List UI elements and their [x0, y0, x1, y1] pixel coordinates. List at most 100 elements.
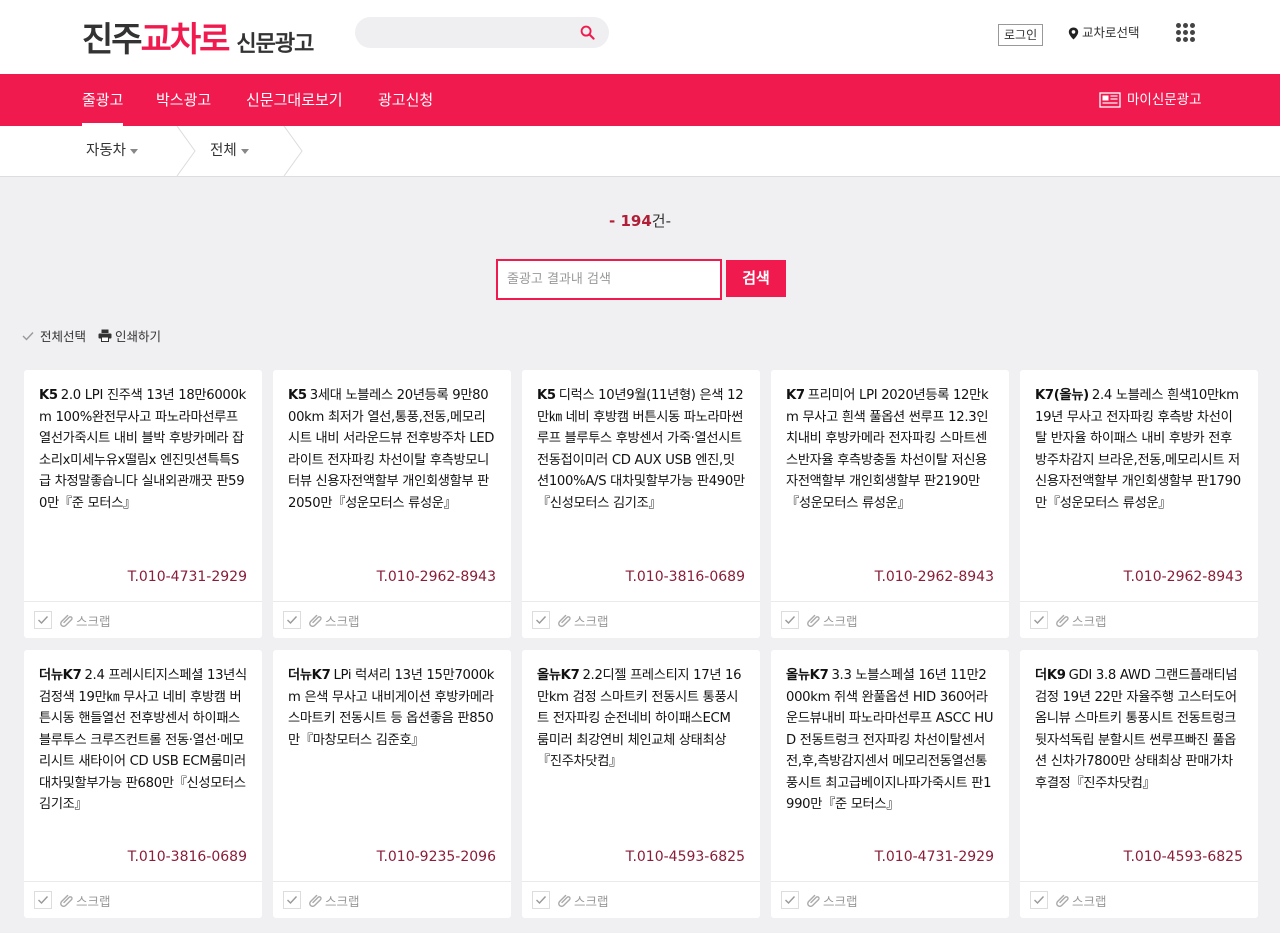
paperclip-icon	[309, 614, 322, 627]
ad-card-description: 2.0 LPI 진주색 13년 18만6000km 100%완전무사고 파노라마…	[39, 388, 246, 511]
scrap-button[interactable]: 스크랩	[574, 891, 609, 910]
ad-card[interactable]: 더뉴K7 2.4 프레시티지스페셜 13년식 검정색 19만㎞ 무사고 네비 후방…	[24, 650, 262, 918]
scrap-button[interactable]: 스크랩	[574, 611, 609, 630]
check-icon	[38, 616, 49, 625]
printer-icon	[98, 329, 112, 342]
location-pin-icon	[1068, 27, 1079, 39]
ad-card[interactable]: K5 디럭스 10년9월(11년형) 은색 12만㎞ 네비 후방캠 버튼시동 파노…	[522, 370, 760, 638]
search-icon[interactable]	[580, 25, 595, 40]
ad-card-checkbox[interactable]	[532, 611, 550, 629]
ad-card-text: 더K9 GDI 3.8 AWD 그랜드플래티넘 검정 19년 22만 자율주행 고…	[1035, 665, 1243, 815]
ad-card-phone[interactable]: T.010-9235-2096	[377, 849, 496, 865]
scrap-button[interactable]: 스크랩	[1072, 891, 1107, 910]
ad-card-phone[interactable]: T.010-2962-8943	[377, 569, 496, 585]
ad-card-checkbox[interactable]	[1030, 611, 1048, 629]
check-icon	[287, 896, 298, 905]
ad-card-phone[interactable]: T.010-4731-2929	[128, 569, 247, 585]
region-label: 교차로선택	[1082, 25, 1140, 40]
newspaper-icon	[1099, 92, 1121, 108]
ad-card-checkbox[interactable]	[1030, 891, 1048, 909]
paperclip-icon	[807, 614, 820, 627]
login-button[interactable]: 로그인	[998, 24, 1044, 46]
ad-card-description: 3.3 노블스페셜 16년 11만2000km 쥐색 완풀옵션 HID 360어…	[786, 668, 994, 812]
ad-card-phone[interactable]: T.010-3816-0689	[626, 569, 745, 585]
all-menu-grid-icon[interactable]	[1176, 23, 1195, 42]
ad-card-checkbox[interactable]	[34, 891, 52, 909]
paperclip-icon	[60, 614, 73, 627]
result-count: - 194건-	[0, 210, 1280, 231]
ad-card-checkbox[interactable]	[283, 611, 301, 629]
scrap-button[interactable]: 스크랩	[76, 611, 111, 630]
breadcrumb-subcategory[interactable]: 전체	[210, 126, 249, 176]
ad-card[interactable]: 올뉴K7 3.3 노블스페셜 16년 11만2000km 쥐색 완풀옵션 HID …	[771, 650, 1009, 918]
scrap-button[interactable]: 스크랩	[823, 611, 858, 630]
site-logo[interactable]: 진주 교차로 신문광고	[82, 12, 314, 61]
ad-card[interactable]: K7 프리미어 LPI 2020년등록 12만km 무사고 흰색 풀옵션 썬루프 …	[771, 370, 1009, 638]
check-icon	[1034, 616, 1045, 625]
ad-card-phone[interactable]: T.010-2962-8943	[1124, 569, 1243, 585]
ad-card-description: 2.4 노블레스 흰색10만km 19년 무사고 전자파킹 후측방 차선이탈 반…	[1035, 388, 1241, 511]
ad-card-footer: 스크랩	[273, 881, 511, 918]
ad-card-phone[interactable]: T.010-4731-2929	[875, 849, 994, 865]
ad-card[interactable]: K5 2.0 LPI 진주색 13년 18만6000km 100%완전무사고 파노…	[24, 370, 262, 638]
select-all-checkbox[interactable]	[20, 328, 36, 344]
ad-card-description: 2.2디젤 프레스티지 17년 16만km 검정 스마트키 전동시트 통풍시트 …	[537, 668, 742, 769]
my-newspaper-ads-link[interactable]: 마이신문광고	[1099, 74, 1202, 126]
ad-card-phone[interactable]: T.010-4593-6825	[1124, 849, 1243, 865]
ad-card-phone[interactable]: T.010-3816-0689	[128, 849, 247, 865]
region-select[interactable]: 교차로선택	[1068, 24, 1140, 42]
tab-box-ads[interactable]: 박스광고	[156, 74, 211, 126]
result-search-box	[496, 259, 722, 300]
paperclip-icon	[1056, 894, 1069, 907]
count-prefix: -	[609, 212, 621, 230]
logo-part-2: 교차로	[140, 20, 231, 60]
ad-card-text: K7 프리미어 LPI 2020년등록 12만km 무사고 흰색 풀옵션 썬루프 …	[786, 385, 994, 535]
breadcrumb-category[interactable]: 자동차	[86, 126, 139, 176]
ad-card-model: 올뉴K7	[537, 668, 580, 683]
ad-card-checkbox[interactable]	[283, 891, 301, 909]
scrap-button[interactable]: 스크랩	[325, 891, 360, 910]
ad-card[interactable]: K5 3세대 노블레스 20년등록 9만8000km 최저가 열선,통풍,전동,메…	[273, 370, 511, 638]
ad-card-description: GDI 3.8 AWD 그랜드플래티넘 검정 19년 22만 자율주행 고스터도…	[1035, 668, 1238, 791]
ad-card-text: 더뉴K7 LPi 럭셔리 13년 15만7000km 은색 무사고 내비게이션 후…	[288, 665, 496, 815]
ad-card-checkbox[interactable]	[781, 611, 799, 629]
ad-card-phone[interactable]: T.010-4593-6825	[626, 849, 745, 865]
ad-card-checkbox[interactable]	[532, 891, 550, 909]
print-button[interactable]: 인쇄하기	[98, 326, 161, 345]
ad-card-model: 올뉴K7	[786, 668, 829, 683]
ad-card-description: 프리미어 LPI 2020년등록 12만km 무사고 흰색 풀옵션 썬루프 12…	[786, 388, 989, 511]
tab-ad-request[interactable]: 광고신청	[378, 74, 433, 126]
result-search-button[interactable]: 검색	[726, 260, 786, 297]
main-nav: 줄광고 박스광고 신문그대로보기 광고신청 마이신문광고	[0, 74, 1280, 126]
ad-card-text: K5 2.0 LPI 진주색 13년 18만6000km 100%완전무사고 파노…	[39, 385, 247, 535]
ad-card-checkbox[interactable]	[34, 611, 52, 629]
breadcrumb-subcategory-label: 전체	[210, 143, 237, 159]
check-icon	[785, 616, 796, 625]
ad-card[interactable]: 더뉴K7 LPi 럭셔리 13년 15만7000km 은색 무사고 내비게이션 후…	[273, 650, 511, 918]
print-label: 인쇄하기	[115, 329, 162, 344]
ad-card-footer: 스크랩	[273, 601, 511, 638]
ad-card-footer: 스크랩	[1020, 601, 1258, 638]
result-search-input[interactable]	[498, 261, 720, 298]
select-all-label[interactable]: 전체선택	[40, 326, 86, 345]
ad-card[interactable]: 더K9 GDI 3.8 AWD 그랜드플래티넘 검정 19년 22만 자율주행 고…	[1020, 650, 1258, 918]
ad-card-model: K5	[39, 388, 58, 403]
ad-card-description: 디럭스 10년9월(11년형) 은색 12만㎞ 네비 후방캠 버튼시동 파노라마…	[537, 388, 745, 511]
ad-card-footer: 스크랩	[771, 601, 1009, 638]
scrap-button[interactable]: 스크랩	[1072, 611, 1107, 630]
ad-card-footer: 스크랩	[1020, 881, 1258, 918]
ad-card[interactable]: K7(올뉴) 2.4 노블레스 흰색10만km 19년 무사고 전자파킹 후측방 …	[1020, 370, 1258, 638]
scrap-button[interactable]: 스크랩	[76, 891, 111, 910]
ad-card-checkbox[interactable]	[781, 891, 799, 909]
ad-card-footer: 스크랩	[771, 881, 1009, 918]
ad-card[interactable]: 올뉴K7 2.2디젤 프레스티지 17년 16만km 검정 스마트키 전동시트 통…	[522, 650, 760, 918]
top-search-input[interactable]	[355, 17, 565, 48]
scrap-button[interactable]: 스크랩	[823, 891, 858, 910]
scrap-button[interactable]: 스크랩	[325, 611, 360, 630]
ad-card-phone[interactable]: T.010-2962-8943	[875, 569, 994, 585]
tab-newspaper-view[interactable]: 신문그대로보기	[246, 74, 343, 126]
check-icon	[536, 896, 547, 905]
paperclip-icon	[60, 894, 73, 907]
tab-line-ads[interactable]: 줄광고	[82, 74, 124, 126]
ad-card-text: 올뉴K7 3.3 노블스페셜 16년 11만2000km 쥐색 완풀옵션 HID …	[786, 665, 994, 815]
